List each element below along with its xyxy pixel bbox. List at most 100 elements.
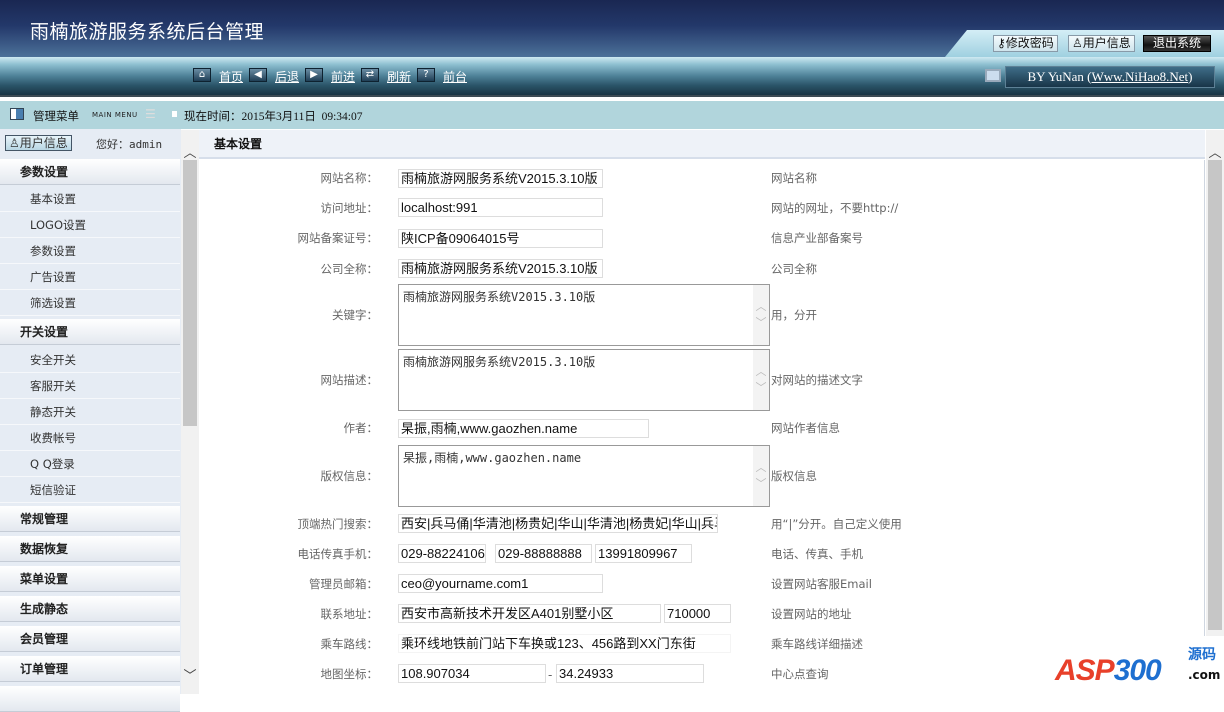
- label-keywords: 关键字：: [332, 308, 378, 322]
- copyright-textarea[interactable]: 杲振,雨楠,www.gaozhen.name ︿ ﹀: [398, 445, 770, 507]
- greeting: 您好：admin: [96, 138, 163, 151]
- company-input[interactable]: 雨楠旅游网服务系统V2015.3.10版: [398, 259, 603, 278]
- help-icon[interactable]: ?: [417, 68, 435, 82]
- sidebar-item-filter[interactable]: 筛选设置: [0, 290, 180, 316]
- hot-search-input[interactable]: 西安|兵马俑|华清池|杨贵妃|华山|华清池|杨贵妃|华山|兵马俑: [398, 514, 718, 533]
- page-title: 基本设置: [199, 130, 1205, 159]
- sidebar-item-basic[interactable]: 基本设置: [0, 186, 180, 212]
- label-author: 作者：: [343, 421, 379, 435]
- desc-site-name: 网站名称: [771, 171, 817, 185]
- label-route: 乘车路线：: [320, 637, 379, 651]
- back-arrow-icon[interactable]: ◀: [249, 68, 267, 82]
- user-info-button[interactable]: ♙用户信息: [1068, 35, 1135, 52]
- coord-separator: -: [548, 668, 553, 682]
- app-title: 雨楠旅游服务系统后台管理: [30, 21, 265, 43]
- divider: [0, 95, 1224, 99]
- nav-front[interactable]: 前台: [443, 68, 467, 85]
- nav-forward[interactable]: 前进: [331, 68, 355, 85]
- sidebar-item-sms[interactable]: 短信验证: [0, 477, 180, 503]
- longitude-input[interactable]: 108.907034: [398, 664, 546, 683]
- main-scrollbar[interactable]: ︿: [1206, 130, 1224, 694]
- sidebar-item-payment[interactable]: 收费帐号: [0, 425, 180, 451]
- sidebar-group-static[interactable]: 生成静态: [0, 596, 180, 622]
- textarea-scrollbar[interactable]: ︿ ﹀: [753, 350, 769, 410]
- label-hot-search: 顶端热门搜索：: [297, 517, 379, 531]
- sidebar-group-params[interactable]: 参数设置: [0, 159, 180, 185]
- sidebar-item-params[interactable]: 参数设置: [0, 238, 180, 264]
- sidebar-user-info-button[interactable]: ♙用户信息: [5, 135, 72, 151]
- tel-input[interactable]: 029-88224106: [398, 544, 486, 563]
- current-time: 现在时间：2015年3月11日 09:34:07: [184, 111, 363, 123]
- nav-home[interactable]: 首页: [219, 68, 243, 85]
- nav-refresh[interactable]: 刷新: [387, 68, 411, 85]
- sidebar-group-orders[interactable]: 订单管理: [0, 656, 180, 682]
- email-input[interactable]: ceo@yourname.com1: [398, 574, 603, 593]
- forward-arrow-icon[interactable]: ▶: [305, 68, 323, 82]
- scrollbar-thumb[interactable]: [1208, 160, 1222, 630]
- brand-link-button[interactable]: BY YuNan (Www.NiHao8.Net): [1005, 66, 1215, 88]
- menu-subtitle: MAIN MENU: [92, 111, 138, 119]
- description-textarea[interactable]: 雨楠旅游网服务系统V2015.3.10版 ︿ ﹀: [398, 349, 770, 411]
- user-icon: ♙: [1072, 36, 1083, 50]
- desc-icp: 信息产业部备案号: [771, 231, 863, 245]
- scroll-up-icon[interactable]: ︿: [1206, 142, 1224, 161]
- label-address: 联系地址：: [320, 607, 379, 621]
- logout-button[interactable]: 退出系统: [1143, 35, 1212, 52]
- desc-email: 设置网站客服Email: [771, 577, 872, 591]
- sidebar-group-switches[interactable]: 开关设置: [0, 319, 180, 345]
- label-site-name: 网站名称：: [320, 171, 379, 185]
- key-icon: ⚷: [997, 36, 1006, 50]
- label-copyright: 版权信息：: [320, 469, 379, 483]
- sidebar-item-service[interactable]: 客服开关: [0, 373, 180, 399]
- label-email: 管理员邮箱：: [309, 577, 378, 591]
- desc-map: 中心点查询: [771, 667, 829, 681]
- desc-copyright: 版权信息: [771, 469, 817, 483]
- desc-description: 对网站的描述文字: [771, 373, 863, 387]
- sidebar-group-restore[interactable]: 数据恢复: [0, 536, 180, 562]
- label-company: 公司全称：: [320, 262, 379, 276]
- latitude-input[interactable]: 34.24933: [556, 664, 704, 683]
- sidebar-item-qq[interactable]: Q Q登录: [0, 451, 180, 477]
- bullet-icon: [172, 111, 177, 117]
- sidebar-item-ads[interactable]: 广告设置: [0, 264, 180, 290]
- address-input[interactable]: 西安市高新技术开发区A401别墅小区: [398, 604, 661, 623]
- textarea-scrollbar[interactable]: ︿ ﹀: [753, 285, 769, 345]
- desc-url: 网站的网址，不要http://: [771, 201, 899, 215]
- desc-route: 乘车路线详细描述: [771, 637, 863, 651]
- label-url: 访问地址：: [320, 201, 379, 215]
- sidebar-item-logo[interactable]: LOGO设置: [0, 212, 180, 238]
- brand-link[interactable]: Www.NiHao8.Net: [1092, 69, 1189, 84]
- icp-input[interactable]: 陕ICP备09064015号: [398, 229, 603, 248]
- menu-toggle-icon[interactable]: ☰: [145, 107, 156, 121]
- label-map: 地图坐标：: [320, 667, 379, 681]
- sidebar-group-menu[interactable]: 菜单设置: [0, 566, 180, 592]
- desc-address: 设置网站的地址: [771, 607, 852, 621]
- sidebar: ♙用户信息 您好：admin 参数设置 基本设置 LOGO设置 参数设置 广告设…: [0, 129, 181, 712]
- mobile-input[interactable]: 13991809967: [595, 544, 692, 563]
- desc-keywords: 用，分开: [771, 308, 817, 322]
- textarea-scrollbar[interactable]: ︿ ﹀: [753, 446, 769, 506]
- zip-input[interactable]: 710000: [664, 604, 731, 623]
- url-input[interactable]: localhost:991: [398, 198, 603, 217]
- route-input[interactable]: 乘环线地铁前门站下车换或123、456路到XX门东街: [398, 634, 731, 653]
- change-password-button[interactable]: ⚷修改密码: [993, 35, 1058, 52]
- desc-company: 公司全称: [771, 262, 817, 276]
- scroll-up-icon[interactable]: ︿: [181, 142, 199, 161]
- nav-back[interactable]: 后退: [275, 68, 299, 85]
- author-input[interactable]: 杲振,雨楠,www.gaozhen.name: [398, 419, 649, 438]
- refresh-icon[interactable]: ⇄: [361, 68, 379, 82]
- site-name-input[interactable]: 雨楠旅游网服务系统V2015.3.10版: [398, 169, 603, 188]
- label-description: 网站描述：: [320, 373, 379, 387]
- sidebar-group-more[interactable]: [0, 686, 180, 712]
- sidebar-group-general[interactable]: 常规管理: [0, 506, 180, 532]
- desc-hot-search: 用“|”分开。自己定义使用: [771, 517, 902, 531]
- keywords-textarea[interactable]: 雨楠旅游网服务系统V2015.3.10版 ︿ ﹀: [398, 284, 770, 346]
- menu-panel-icon: [10, 108, 24, 120]
- sidebar-group-members[interactable]: 会员管理: [0, 626, 180, 652]
- label-phone: 电话传真手机：: [297, 547, 379, 561]
- sidebar-item-static[interactable]: 静态开关: [0, 399, 180, 425]
- home-icon[interactable]: ⌂: [193, 68, 211, 82]
- fax-input[interactable]: 029-88888888: [495, 544, 592, 563]
- sidebar-item-security[interactable]: 安全开关: [0, 347, 180, 373]
- watermark-logo: ASP300 源码 .com: [1050, 636, 1224, 694]
